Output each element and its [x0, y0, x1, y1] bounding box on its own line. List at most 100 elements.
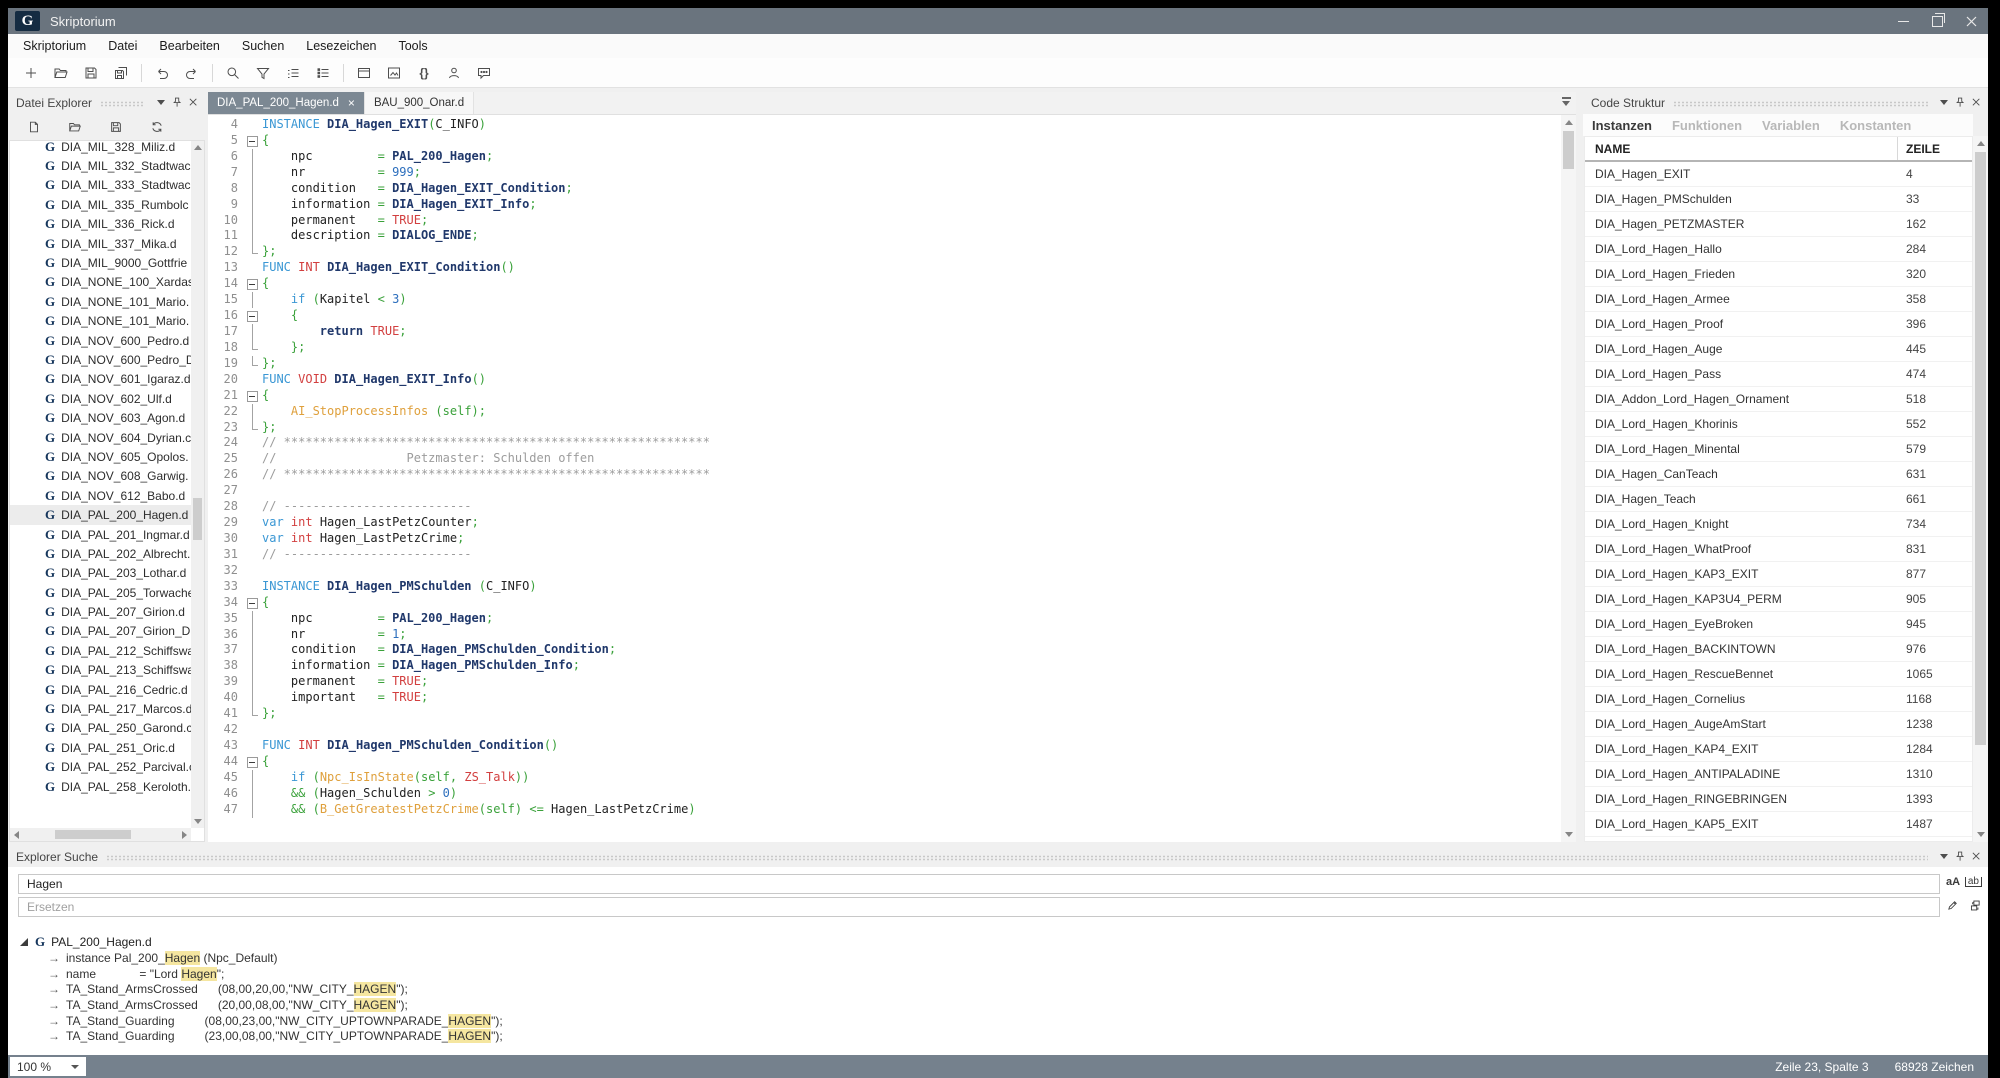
bullet-list-icon[interactable] [308, 61, 338, 85]
structure-row[interactable]: DIA_Lord_Hagen_Hallo284 [1585, 237, 1972, 262]
structure-vscrollbar[interactable] [1973, 136, 1988, 842]
code-line[interactable]: 15 if (Kapitel < 3) [208, 292, 1561, 308]
structure-row[interactable]: DIA_Lord_Hagen_KAP3U4_PERM905 [1585, 587, 1972, 612]
file-list-item[interactable]: GDIA_NOV_604_Dyrian.c [10, 428, 191, 447]
panel-close-button[interactable] [1968, 95, 1984, 111]
file-list-item[interactable]: GDIA_NONE_101_Mario. [10, 312, 191, 331]
file-list-item[interactable]: GDIA_PAL_212_Schiffswa [10, 641, 191, 660]
code-line[interactable]: 42 [208, 722, 1561, 738]
search-result-match[interactable]: →TA_Stand_ArmsCrossed (08,00,20,00,"NW_C… [8, 981, 1988, 997]
structure-tab-funktionen[interactable]: Funktionen [1672, 118, 1742, 133]
structure-row[interactable]: DIA_Lord_Hagen_RINGEBRINGEN1393 [1585, 787, 1972, 812]
code-line[interactable]: 17 return TRUE; [208, 324, 1561, 340]
file-list-item[interactable]: GDIA_PAL_207_Girion_D [10, 622, 191, 641]
code-line[interactable]: 21{ [208, 388, 1561, 404]
code-line[interactable]: 44{ [208, 754, 1561, 770]
file-list-item[interactable]: GDIA_PAL_201_Ingmar.d [10, 525, 191, 544]
structure-row[interactable]: DIA_Lord_Hagen_Khorinis552 [1585, 412, 1972, 437]
file-list-item[interactable]: GDIA_PAL_205_Torwache [10, 583, 191, 602]
code-line[interactable]: 10 permanent = TRUE; [208, 213, 1561, 229]
search-input[interactable] [18, 874, 1940, 894]
pin-button[interactable] [1952, 95, 1968, 111]
code-line[interactable]: 19}; [208, 356, 1561, 372]
whole-word-icon[interactable]: ab [1965, 877, 1982, 887]
structure-row[interactable]: DIA_Lord_Hagen_KAP4_EXIT1284 [1585, 737, 1972, 762]
file-list-item[interactable]: GDIA_NONE_100_Xardas [10, 273, 191, 292]
file-list-item[interactable]: GDIA_MIL_9000_Gottfrie [10, 253, 191, 272]
panel-menu-button[interactable] [1936, 849, 1952, 865]
code-line[interactable]: 18 }; [208, 340, 1561, 356]
file-list-item[interactable]: GDIA_NOV_603_Agon.d [10, 408, 191, 427]
file-list-item[interactable]: GDIA_NOV_601_Igaraz.d [10, 370, 191, 389]
fold-collapse-icon[interactable] [245, 308, 262, 324]
filter-icon[interactable] [248, 61, 278, 85]
structure-row[interactable]: DIA_Lord_Hagen_Cornelius1168 [1585, 687, 1972, 712]
column-zeile[interactable]: ZEILE [1897, 137, 1972, 160]
tab-close-icon[interactable]: × [348, 96, 355, 110]
file-list-item[interactable]: GDIA_NOV_600_Pedro_D [10, 350, 191, 369]
file-list-item[interactable]: GDIA_PAL_200_Hagen.d [10, 505, 191, 524]
pin-button[interactable] [1952, 849, 1968, 865]
structure-row[interactable]: DIA_Lord_Hagen_Knight734 [1585, 512, 1972, 537]
structure-row[interactable]: DIA_Lord_Hagen_Proof396 [1585, 312, 1972, 337]
structure-tab-variablen[interactable]: Variablen [1762, 118, 1820, 133]
file-list-item[interactable]: GDIA_MIL_337_Mika.d [10, 234, 191, 253]
scroll-right-icon[interactable] [182, 831, 187, 839]
scroll-down-icon[interactable] [194, 819, 202, 824]
code-line[interactable]: 39 permanent = TRUE; [208, 674, 1561, 690]
minimize-button[interactable] [1886, 8, 1920, 34]
scroll-up-icon[interactable] [1977, 141, 1985, 146]
column-name[interactable]: NAME [1585, 142, 1897, 156]
preview-icon[interactable] [379, 61, 409, 85]
code-line[interactable]: 40 important = TRUE; [208, 690, 1561, 706]
search-result-match[interactable]: →TA_Stand_ArmsCrossed (20,00,08,00,"NW_C… [8, 997, 1988, 1013]
tab-overflow-icon[interactable] [1562, 97, 1571, 108]
structure-row[interactable]: DIA_Hagen_PETZMASTER162 [1585, 212, 1972, 237]
code-line[interactable]: 20FUNC VOID DIA_Hagen_EXIT_Info() [208, 372, 1561, 388]
code-line[interactable]: 36 nr = 1; [208, 627, 1561, 643]
code-editor[interactable]: 4INSTANCE DIA_Hagen_EXIT(C_INFO)5{6 npc … [208, 115, 1561, 842]
code-line[interactable]: 34{ [208, 595, 1561, 611]
scroll-down-icon[interactable] [1977, 832, 1985, 837]
edit-pencil-icon[interactable] [1946, 899, 1959, 917]
code-line[interactable]: 37 condition = DIA_Hagen_PMSchulden_Cond… [208, 642, 1561, 658]
editor-tab[interactable]: DIA_PAL_200_Hagen.d× [208, 92, 365, 114]
editor-vscrollbar[interactable] [1561, 115, 1576, 842]
structure-row[interactable]: DIA_Lord_Hagen_EyeBroken945 [1585, 612, 1972, 637]
file-list-item[interactable]: GDIA_MIL_335_Rumbolc [10, 195, 191, 214]
fold-collapse-icon[interactable] [245, 595, 262, 611]
code-line[interactable]: 9 information = DIA_Hagen_EXIT_Info; [208, 197, 1561, 213]
code-line[interactable]: 13FUNC INT DIA_Hagen_EXIT_Condition() [208, 260, 1561, 276]
menu-item-bearbeiten[interactable]: Bearbeiten [148, 34, 230, 58]
file-list-item[interactable]: GDIA_PAL_207_Girion.d [10, 602, 191, 621]
code-line[interactable]: 14{ [208, 276, 1561, 292]
file-list-item[interactable]: GDIA_NOV_600_Pedro.d [10, 331, 191, 350]
panel-close-button[interactable] [185, 95, 201, 111]
code-line[interactable]: 41}; [208, 706, 1561, 722]
menu-item-datei[interactable]: Datei [97, 34, 148, 58]
braces-icon[interactable]: {} [409, 61, 439, 85]
code-line[interactable]: 4INSTANCE DIA_Hagen_EXIT(C_INFO) [208, 117, 1561, 133]
structure-row[interactable]: DIA_Lord_Hagen_Auge445 [1585, 337, 1972, 362]
file-list-item[interactable]: GDIA_MIL_336_Rick.d [10, 215, 191, 234]
window-icon[interactable] [349, 61, 379, 85]
structure-tab-instanzen[interactable]: Instanzen [1592, 118, 1652, 133]
panel-menu-button[interactable] [153, 95, 169, 111]
person-icon[interactable] [439, 61, 469, 85]
structure-row[interactable]: DIA_Lord_Hagen_RescueBennet1065 [1585, 662, 1972, 687]
match-case-icon[interactable]: aA [1946, 876, 1960, 888]
code-line[interactable]: 47 && (B_GetGreatestPetzCrime(self) <= H… [208, 802, 1561, 818]
file-list-item[interactable]: GDIA_PAL_258_Keroloth. [10, 777, 191, 796]
file-list-vscrollbar[interactable] [191, 141, 204, 828]
code-line[interactable]: 11 description = DIALOG_ENDE; [208, 228, 1561, 244]
file-list-item[interactable]: GDIA_MIL_332_Stadtwac [10, 156, 191, 175]
structure-row[interactable]: DIA_Lord_Hagen_AugeAmStart1238 [1585, 712, 1972, 737]
file-list-item[interactable]: GDIA_MIL_333_Stadtwac [10, 176, 191, 195]
search-result-match[interactable]: →TA_Stand_Guarding (23,00,08,00,"NW_CITY… [8, 1028, 1988, 1044]
menu-item-suchen[interactable]: Suchen [231, 34, 295, 58]
code-line[interactable]: 33INSTANCE DIA_Hagen_PMSchulden (C_INFO) [208, 579, 1561, 595]
code-line[interactable]: 35 npc = PAL_200_Hagen; [208, 611, 1561, 627]
file-list-item[interactable]: GDIA_PAL_202_Albrecht. [10, 544, 191, 563]
code-line[interactable]: 22 AI_StopProcessInfos (self); [208, 404, 1561, 420]
fold-collapse-icon[interactable] [245, 276, 262, 292]
